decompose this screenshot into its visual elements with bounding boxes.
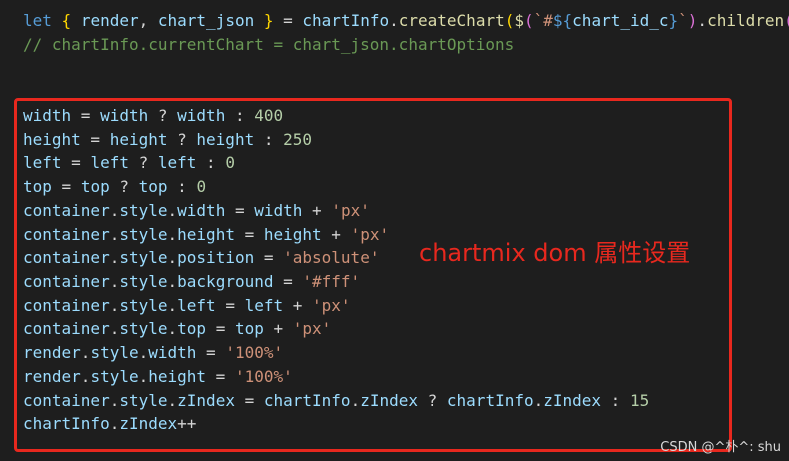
code-token: } xyxy=(668,11,679,30)
code-token: createChart xyxy=(398,11,505,30)
code-token: let xyxy=(23,11,52,30)
code-token: ( xyxy=(784,11,789,30)
code-token: render xyxy=(80,11,139,30)
code-token: // chartInfo.currentChart = chart_json.c… xyxy=(23,35,515,54)
annotation-label: chartmix dom 属性设置 xyxy=(419,239,691,267)
code-token: $ xyxy=(514,11,524,30)
code-line[interactable]: // chartInfo.currentChart = chart_json.c… xyxy=(23,34,514,58)
code-token: ( xyxy=(524,11,534,30)
highlight-box xyxy=(14,98,732,452)
code-token: { xyxy=(61,11,72,30)
code-editor[interactable]: let { render, chart_json } = chartInfo.c… xyxy=(0,0,789,461)
code-token: chart_id_c xyxy=(572,11,669,30)
code-token: chartInfo xyxy=(302,11,390,30)
code-token: } xyxy=(263,11,274,30)
code-token: ( xyxy=(504,11,515,30)
code-token: . xyxy=(389,11,399,30)
code-token: ` xyxy=(678,11,688,30)
watermark: CSDN @^朴^: shu xyxy=(660,440,781,455)
code-token: , xyxy=(138,11,158,30)
code-line[interactable]: let { render, chart_json } = chartInfo.c… xyxy=(23,10,789,34)
code-token: . xyxy=(697,11,708,30)
code-token: = xyxy=(273,11,303,30)
code-token: chart_json xyxy=(157,11,255,30)
code-token: children xyxy=(707,11,785,30)
code-token: `# xyxy=(533,11,553,30)
code-token: ${ xyxy=(552,11,573,30)
code-token: ) xyxy=(687,11,698,30)
